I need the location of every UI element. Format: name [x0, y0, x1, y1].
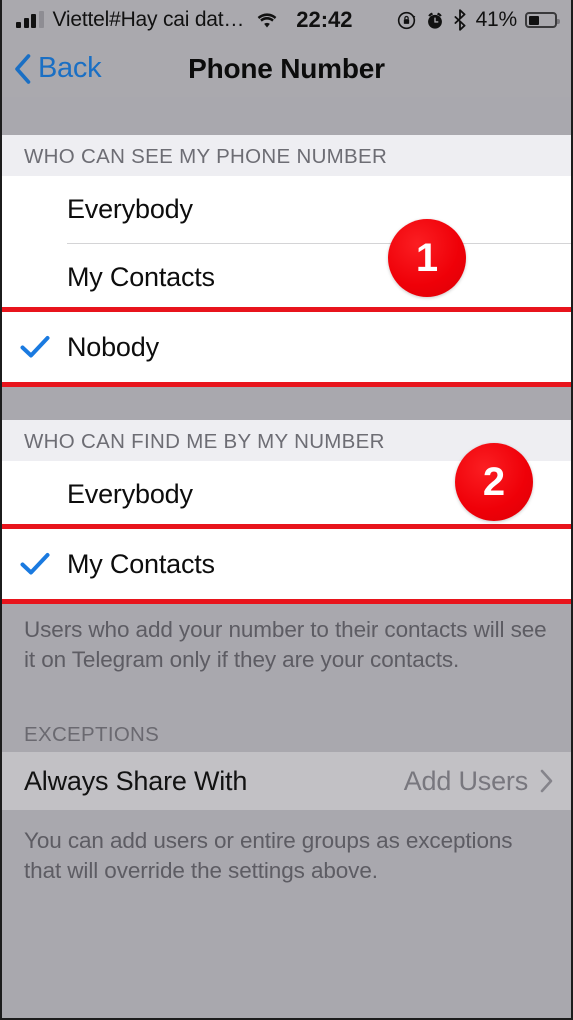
settings-content: WHO CAN SEE MY PHONE NUMBER Everybody My…	[2, 97, 571, 1018]
carrier-label: Viettel#Hay cai dat…	[52, 8, 245, 31]
always-share-with-label: Always Share With	[24, 765, 248, 796]
battery-icon	[525, 12, 560, 28]
always-share-with-value-group: Add Users	[404, 766, 553, 797]
option-label: My Contacts	[67, 548, 215, 579]
section-spacer	[2, 382, 571, 420]
status-bar-left: Viettel#Hay cai dat… 22:42	[16, 7, 353, 33]
top-spacer	[2, 97, 571, 135]
checkmark-slot	[2, 335, 67, 359]
option-row-my-contacts[interactable]: My Contacts	[2, 244, 571, 311]
checkmark-icon	[20, 336, 49, 358]
annotation-badge-1: 1	[388, 219, 466, 297]
bluetooth-icon	[454, 9, 466, 31]
alarm-clock-icon	[427, 12, 442, 29]
rotation-lock-icon	[397, 11, 415, 29]
wifi-icon	[257, 12, 277, 27]
back-button-label: Back	[38, 52, 102, 84]
option-row-nobody[interactable]: Nobody	[2, 307, 571, 387]
back-button[interactable]: Back	[2, 52, 102, 85]
section-footer-exceptions: You can add users or entire groups as ex…	[24, 828, 513, 883]
option-row-everybody[interactable]: Everybody	[2, 176, 571, 243]
battery-percent-label: 41%	[475, 8, 518, 31]
checkmark-icon	[20, 553, 49, 575]
chevron-left-icon	[15, 53, 31, 84]
always-share-with-row[interactable]: Always Share With Add Users	[2, 752, 571, 810]
section-footer-who-can-find: Users who add your number to their conta…	[24, 617, 547, 672]
option-label: My Contacts	[67, 262, 215, 292]
section-header-who-can-see: WHO CAN SEE MY PHONE NUMBER	[2, 135, 571, 176]
option-label: Everybody	[67, 194, 193, 224]
annotation-badge-2: 2	[455, 443, 533, 521]
status-bar: Viettel#Hay cai dat… 22:42 41%	[2, 0, 571, 40]
navigation-bar: Back Phone Number	[2, 40, 571, 97]
section-header-exceptions: EXCEPTIONS	[24, 723, 160, 746]
option-list-who-can-see: Everybody My Contacts Nobody	[2, 176, 571, 387]
option-label: Everybody	[67, 479, 193, 509]
option-row-my-contacts-2[interactable]: My Contacts	[2, 524, 571, 604]
phone-screen: Viettel#Hay cai dat… 22:42 41% Back Phon…	[0, 0, 573, 1020]
signal-bars-icon	[16, 11, 44, 28]
add-users-value: Add Users	[403, 765, 528, 796]
exceptions-spacer	[2, 675, 571, 718]
checkmark-slot	[2, 552, 67, 576]
status-bar-right: 41%	[396, 8, 560, 32]
chevron-right-icon	[540, 769, 553, 793]
option-label: Nobody	[67, 331, 159, 362]
clock-label: 22:42	[296, 7, 353, 32]
